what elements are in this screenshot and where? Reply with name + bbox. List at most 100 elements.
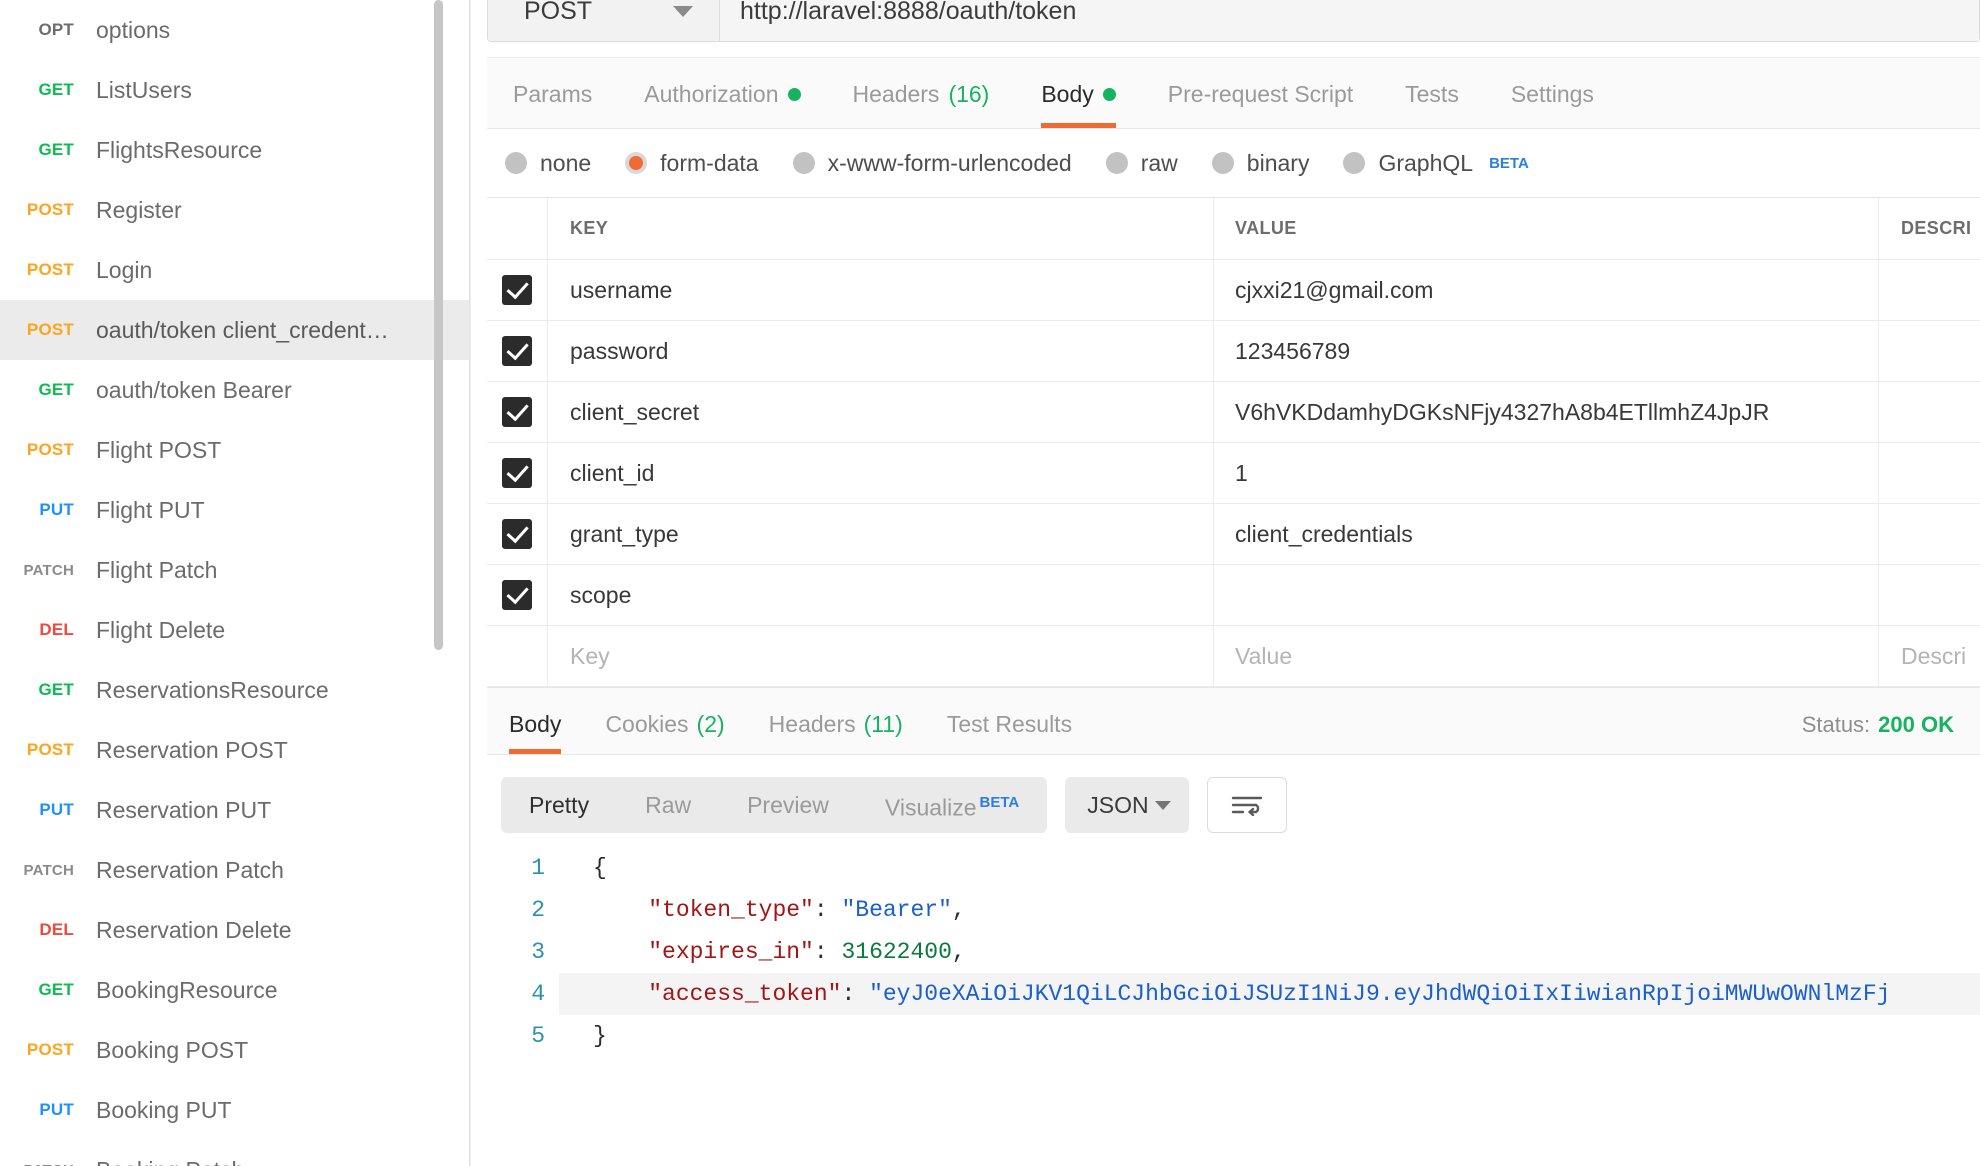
placeholder-description-input[interactable]: Descri xyxy=(1879,626,1980,686)
sidebar-request-item[interactable]: OPToptions xyxy=(0,0,469,60)
placeholder-value-input[interactable]: Value xyxy=(1214,626,1879,686)
row-description-input[interactable] xyxy=(1879,260,1980,320)
viewer-mode-raw[interactable]: Raw xyxy=(617,777,719,833)
sidebar-request-item[interactable]: PUTFlight PUT xyxy=(0,480,469,540)
line-text: } xyxy=(559,1015,1980,1057)
tab-pre-request-script[interactable]: Pre-request Script xyxy=(1142,81,1379,128)
sidebar-request-item[interactable]: POSTBooking POST xyxy=(0,1020,469,1080)
placeholder-key-input[interactable]: Key xyxy=(548,626,1214,686)
wrap-lines-button[interactable] xyxy=(1207,777,1287,833)
body-type-graphql[interactable]: GraphQLBETA xyxy=(1343,150,1528,177)
table-row: client_secretV6hVKDdamhyDGKsNFjy4327hA8b… xyxy=(487,382,1980,443)
viewer-mode-pretty[interactable]: Pretty xyxy=(501,777,617,833)
response-format-select[interactable]: JSON xyxy=(1065,777,1189,833)
line-number: 3 xyxy=(487,931,559,973)
row-value-input[interactable]: 1 xyxy=(1214,443,1879,503)
row-value-input[interactable]: V6hVKDdamhyDGKsNFjy4327hA8b4ETllmhZ4JpJR xyxy=(1214,382,1879,442)
tab-params[interactable]: Params xyxy=(487,81,618,128)
row-value-input[interactable]: client_credentials xyxy=(1214,504,1879,564)
sidebar-request-item[interactable]: GETListUsers xyxy=(0,60,469,120)
radio-button-icon[interactable] xyxy=(505,152,527,174)
http-method-select[interactable]: POST xyxy=(488,0,720,41)
row-checkbox[interactable] xyxy=(502,458,532,488)
sidebar-request-item[interactable]: DELReservation Delete xyxy=(0,900,469,960)
sidebar-request-item[interactable]: POSToauth/token client_credent… xyxy=(0,300,469,360)
response-tab-body[interactable]: Body xyxy=(487,711,583,754)
body-type-x-www-form-urlencoded[interactable]: x-www-form-urlencoded xyxy=(793,150,1072,177)
sidebar-request-item[interactable]: PUTReservation PUT xyxy=(0,780,469,840)
tab-headers[interactable]: Headers(16) xyxy=(827,81,1016,128)
request-name-label: FlightsResource xyxy=(96,137,262,164)
sidebar-request-item[interactable]: POSTReservation POST xyxy=(0,720,469,780)
row-checkbox[interactable] xyxy=(502,519,532,549)
row-value-input[interactable]: 123456789 xyxy=(1214,321,1879,381)
tab-settings[interactable]: Settings xyxy=(1485,81,1620,128)
sidebar-scrollbar-thumb[interactable] xyxy=(434,0,443,650)
sidebar-request-item[interactable]: PATCHReservation Patch xyxy=(0,840,469,900)
request-name-label: ReservationsResource xyxy=(96,677,329,704)
row-description-input[interactable] xyxy=(1879,565,1980,625)
body-type-raw[interactable]: raw xyxy=(1106,150,1178,177)
sidebar-request-item[interactable]: POSTLogin xyxy=(0,240,469,300)
tab-count: (16) xyxy=(948,81,989,108)
request-method-label: PUT xyxy=(0,500,78,520)
tab-label: Params xyxy=(513,81,592,108)
row-value-input[interactable] xyxy=(1214,565,1879,625)
row-checkbox[interactable] xyxy=(502,336,532,366)
sidebar-scrollbar-track[interactable] xyxy=(447,0,456,1166)
request-method-label: POST xyxy=(0,260,78,280)
request-name-label: Flight POST xyxy=(96,437,221,464)
body-type-binary[interactable]: binary xyxy=(1212,150,1310,177)
request-name-label: Reservation Delete xyxy=(96,917,292,944)
row-key-input[interactable]: grant_type xyxy=(548,504,1214,564)
table-row: client_id1 xyxy=(487,443,1980,504)
sidebar-request-item[interactable]: GETBookingResource xyxy=(0,960,469,1020)
row-key-input[interactable]: client_id xyxy=(548,443,1214,503)
sidebar-request-item[interactable]: PUTBooking PUT xyxy=(0,1080,469,1140)
radio-button-icon[interactable] xyxy=(1106,152,1128,174)
sidebar-request-item[interactable]: PATCHFlight Patch xyxy=(0,540,469,600)
tab-modified-dot-icon xyxy=(788,88,801,101)
row-description-input[interactable] xyxy=(1879,321,1980,381)
row-checkbox[interactable] xyxy=(502,397,532,427)
sidebar-request-item[interactable]: PATCHBooking Patch xyxy=(0,1140,469,1166)
tab-authorization[interactable]: Authorization xyxy=(618,81,826,128)
row-checkbox[interactable] xyxy=(502,580,532,610)
row-key-input[interactable]: scope xyxy=(548,565,1214,625)
sidebar-request-item[interactable]: POSTRegister xyxy=(0,180,469,240)
row-value-input[interactable]: cjxxi21@gmail.com xyxy=(1214,260,1879,320)
header-key: KEY xyxy=(548,198,1214,259)
response-tab-cookies[interactable]: Cookies(2) xyxy=(583,711,746,754)
radio-button-icon[interactable] xyxy=(625,152,647,174)
line-number: 4 xyxy=(487,973,559,1015)
url-input[interactable]: http://laravel:8888/oauth/token xyxy=(720,0,1979,41)
row-checkbox-cell xyxy=(487,260,548,320)
row-description-input[interactable] xyxy=(1879,382,1980,442)
beta-badge: BETA xyxy=(1489,155,1529,172)
body-type-form-data[interactable]: form-data xyxy=(625,150,758,177)
row-key-input[interactable]: username xyxy=(548,260,1214,320)
sidebar-request-item[interactable]: DELFlight Delete xyxy=(0,600,469,660)
table-placeholder-row[interactable]: Key Value Descri xyxy=(487,626,1980,687)
sidebar-request-item[interactable]: GETFlightsResource xyxy=(0,120,469,180)
response-tab-headers[interactable]: Headers(11) xyxy=(747,711,925,754)
viewer-mode-preview[interactable]: Preview xyxy=(719,777,857,833)
row-key-input[interactable]: client_secret xyxy=(548,382,1214,442)
row-description-input[interactable] xyxy=(1879,504,1980,564)
request-name-label: Flight Patch xyxy=(96,557,217,584)
response-code-viewer[interactable]: 1{2 "token_type": "Bearer",3 "expires_in… xyxy=(487,847,1980,1057)
tab-body[interactable]: Body xyxy=(1015,81,1141,128)
radio-button-icon[interactable] xyxy=(793,152,815,174)
row-key-input[interactable]: password xyxy=(548,321,1214,381)
body-type-none[interactable]: none xyxy=(505,150,591,177)
row-description-input[interactable] xyxy=(1879,443,1980,503)
response-tab-test-results[interactable]: Test Results xyxy=(925,711,1094,754)
tab-tests[interactable]: Tests xyxy=(1379,81,1485,128)
sidebar-request-item[interactable]: POSTFlight POST xyxy=(0,420,469,480)
sidebar-request-item[interactable]: GEToauth/token Bearer xyxy=(0,360,469,420)
radio-button-icon[interactable] xyxy=(1343,152,1365,174)
radio-button-icon[interactable] xyxy=(1212,152,1234,174)
row-checkbox[interactable] xyxy=(502,275,532,305)
sidebar-request-item[interactable]: GETReservationsResource xyxy=(0,660,469,720)
viewer-mode-visualize[interactable]: VisualizeBETA xyxy=(857,775,1047,836)
